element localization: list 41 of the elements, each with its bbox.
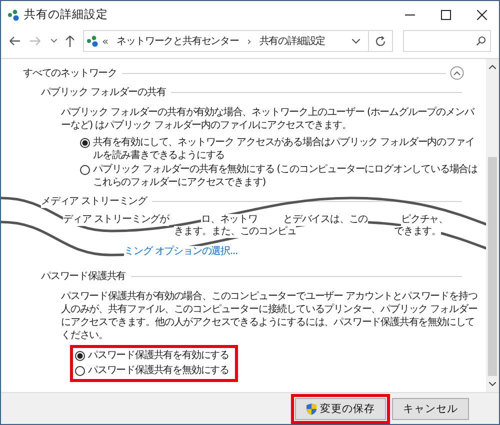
search-icon[interactable] (476, 36, 486, 46)
up-arrow-icon[interactable] (65, 35, 75, 47)
scroll-up-icon[interactable] (489, 65, 496, 69)
address-bar[interactable]: « ネットワークと共有センター › 共有の詳細設定 (83, 30, 369, 52)
group-heading: メディア ストリーミング (41, 194, 147, 208)
link[interactable]: ミング オプションの選択... (124, 246, 238, 257)
network-icon (7, 8, 19, 20)
text-fragment: きます。また、このコンピュ (174, 226, 296, 238)
collapse-icon[interactable] (450, 66, 464, 80)
network-icon (86, 35, 98, 47)
radio-button[interactable] (80, 165, 90, 175)
maximize-icon[interactable] (441, 10, 451, 20)
scrollbar-thumb[interactable] (488, 157, 497, 376)
section-heading: すべてのネットワーク (23, 67, 118, 80)
group-heading: パブリック フォルダーの共有 (41, 85, 166, 99)
radio-button[interactable] (80, 138, 90, 148)
search-field[interactable] (403, 30, 491, 52)
radio-button[interactable] (75, 351, 85, 361)
description-text: パスワード保護共有が有効の場合、このコンピューターでユーザー アカウントとパスワードを持つ人のみが、共有ファイル、このコンピューターに接続しているプリンター、パブリック フォルダーにアクセスできます。他の人がアクセスできるようにするには、パスワード保護共有を無効にしてください。 (61, 290, 478, 342)
overflow-chevrons[interactable]: « (102, 34, 109, 48)
text-fragment: とデバイスは、この (283, 214, 368, 226)
radio-button[interactable] (75, 366, 85, 376)
window-title: 共有の詳細設定 (24, 7, 108, 22)
text-fragment: できます。 (394, 226, 442, 238)
description-text: パブリック フォルダーの共有が有効な場合、ネットワーク上のユーザー (ホームグループのメンバーなど) はパブリック フォルダー内のファイルにアクセスできます。 (61, 106, 476, 132)
breadcrumb[interactable]: ネットワークと共有センター (116, 34, 239, 48)
scrollbar[interactable] (486, 59, 499, 392)
back-arrow-icon[interactable] (9, 36, 21, 46)
scroll-down-icon[interactable] (489, 382, 496, 386)
cancel-button[interactable]: キャンセル (392, 398, 469, 420)
shield-icon (306, 402, 317, 414)
breadcrumb-separator: › (246, 34, 252, 48)
chevron-down-icon[interactable] (51, 39, 57, 43)
text-fragment: ディア ストリーミングが (63, 214, 169, 226)
group-heading: パスワード保護共有 (41, 269, 126, 283)
dropdown-chevron-icon[interactable] (352, 38, 360, 44)
close-icon[interactable] (477, 10, 487, 20)
refresh-icon[interactable] (375, 36, 386, 46)
refresh-button[interactable] (369, 30, 393, 52)
text-fragment: ロ、ネットワ (201, 214, 258, 226)
breadcrumb[interactable]: 共有の詳細設定 (259, 34, 326, 48)
